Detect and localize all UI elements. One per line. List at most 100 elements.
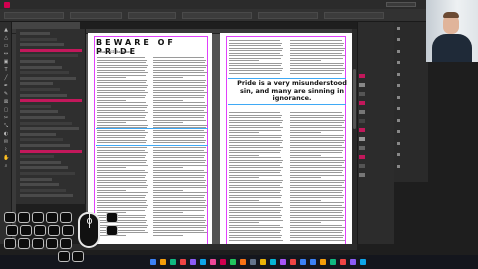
panel-tab[interactable] <box>397 107 402 111</box>
panel-tab[interactable] <box>397 84 402 88</box>
properties-row[interactable] <box>20 37 57 41</box>
content-collector-icon[interactable]: ▣ <box>3 60 9 65</box>
taskbar-app-icon[interactable] <box>350 259 356 265</box>
swatch[interactable] <box>359 83 365 87</box>
panel-tab[interactable] <box>397 141 402 145</box>
document-tab[interactable] <box>12 22 80 29</box>
frame-fitting-controls[interactable] <box>324 12 384 19</box>
stroke-controls[interactable] <box>258 12 318 19</box>
taskbar-app-icon[interactable] <box>160 259 166 265</box>
direct-selection-icon[interactable]: △ <box>3 36 9 41</box>
properties-row[interactable] <box>20 110 58 114</box>
properties-row[interactable] <box>20 76 76 80</box>
properties-row[interactable] <box>20 155 54 159</box>
text-column-2[interactable] <box>153 57 208 237</box>
taskbar-app-icon[interactable] <box>180 259 186 265</box>
gradient-icon[interactable]: ◐ <box>3 132 9 137</box>
swatch[interactable] <box>359 110 365 114</box>
panel-tab[interactable] <box>397 61 402 65</box>
text-column-6[interactable] <box>290 112 346 242</box>
swatch[interactable] <box>359 164 365 168</box>
hand-tool-icon[interactable]: ✋ <box>3 156 9 161</box>
swatch[interactable] <box>359 173 365 177</box>
taskbar-app-icon[interactable] <box>220 259 226 265</box>
pen-tool-icon[interactable]: ✒ <box>3 84 9 89</box>
panel-tab[interactable] <box>397 72 402 76</box>
taskbar-app-icon[interactable] <box>230 259 236 265</box>
properties-row[interactable] <box>20 116 65 119</box>
size-controls[interactable] <box>128 12 176 19</box>
line-tool-icon[interactable]: ╱ <box>3 76 9 81</box>
taskbar-app-icon[interactable] <box>170 259 176 265</box>
properties-row[interactable] <box>20 104 51 108</box>
transform-controls[interactable] <box>182 12 252 19</box>
properties-row[interactable] <box>20 60 55 63</box>
panel-tab[interactable] <box>397 153 402 157</box>
taskbar-app-icon[interactable] <box>330 259 336 265</box>
properties-row[interactable] <box>20 65 62 69</box>
properties-row[interactable] <box>20 88 60 91</box>
properties-row[interactable] <box>20 149 82 153</box>
position-controls[interactable] <box>70 12 122 19</box>
selection-tool-icon[interactable]: ▲ <box>3 28 9 33</box>
taskbar-app-icon[interactable] <box>190 259 196 265</box>
reference-point-controls[interactable] <box>4 12 64 19</box>
type-tool-icon[interactable]: T <box>3 68 9 73</box>
text-column-4[interactable] <box>290 40 346 75</box>
taskbar-app-icon[interactable] <box>360 259 366 265</box>
swatch[interactable] <box>359 155 365 159</box>
swatch[interactable] <box>359 119 365 123</box>
properties-row[interactable] <box>20 54 78 58</box>
taskbar-app-icon[interactable] <box>340 259 346 265</box>
properties-row[interactable] <box>20 183 59 187</box>
properties-row[interactable] <box>20 32 50 35</box>
taskbar-app-icon[interactable] <box>310 259 316 265</box>
properties-row[interactable] <box>20 172 75 175</box>
rectangle-tool-icon[interactable]: ▢ <box>3 108 9 113</box>
swatch[interactable] <box>359 92 365 96</box>
scroll-thumb[interactable] <box>353 69 356 129</box>
properties-row[interactable] <box>20 48 82 52</box>
zoom-tool-icon[interactable]: ⌕ <box>3 164 9 169</box>
taskbar-app-icon[interactable] <box>260 259 266 265</box>
taskbar-app-icon[interactable] <box>270 259 276 265</box>
taskbar-app-icon[interactable] <box>250 259 256 265</box>
properties-row[interactable] <box>20 132 56 136</box>
taskbar-app-icon[interactable] <box>210 259 216 265</box>
properties-row[interactable] <box>20 99 82 103</box>
panel-tab[interactable] <box>397 95 402 99</box>
swatch[interactable] <box>359 146 365 150</box>
pencil-tool-icon[interactable]: ✎ <box>3 92 9 97</box>
properties-row[interactable] <box>20 160 61 164</box>
properties-row[interactable] <box>20 82 53 86</box>
taskbar-app-icon[interactable] <box>320 259 326 265</box>
properties-row[interactable] <box>20 194 73 198</box>
properties-row[interactable] <box>20 121 72 125</box>
note-icon[interactable]: ✉ <box>3 140 9 145</box>
properties-row[interactable] <box>20 166 68 170</box>
scissors-icon[interactable]: ✂ <box>3 116 9 121</box>
free-transform-icon[interactable]: ⤡ <box>3 124 9 129</box>
text-column-5[interactable] <box>229 112 284 242</box>
panel-tab[interactable] <box>397 38 402 42</box>
article-byline[interactable]: Lisa Hill Bannon <box>97 49 131 54</box>
properties-row[interactable] <box>20 138 63 142</box>
properties-row[interactable] <box>20 71 69 75</box>
properties-row[interactable] <box>20 188 66 192</box>
page-tool-icon[interactable]: ▭ <box>3 44 9 49</box>
panel-tab[interactable] <box>397 130 402 134</box>
taskbar-app-icon[interactable] <box>240 259 246 265</box>
swatch[interactable] <box>359 101 365 105</box>
taskbar-app-icon[interactable] <box>150 259 156 265</box>
swatch[interactable] <box>359 137 365 141</box>
pull-quote[interactable]: Pride is a very misunderstood sin, and m… <box>232 79 352 103</box>
taskbar-app-icon[interactable] <box>280 259 286 265</box>
properties-row[interactable] <box>20 177 52 181</box>
panel-tab[interactable] <box>397 118 402 122</box>
panel-tab[interactable] <box>397 164 402 168</box>
text-column-3[interactable] <box>229 40 284 75</box>
rectangle-frame-icon[interactable]: ⊠ <box>3 100 9 105</box>
taskbar-app-icon[interactable] <box>200 259 206 265</box>
taskbar-app-icon[interactable] <box>300 259 306 265</box>
properties-row[interactable] <box>20 93 67 97</box>
